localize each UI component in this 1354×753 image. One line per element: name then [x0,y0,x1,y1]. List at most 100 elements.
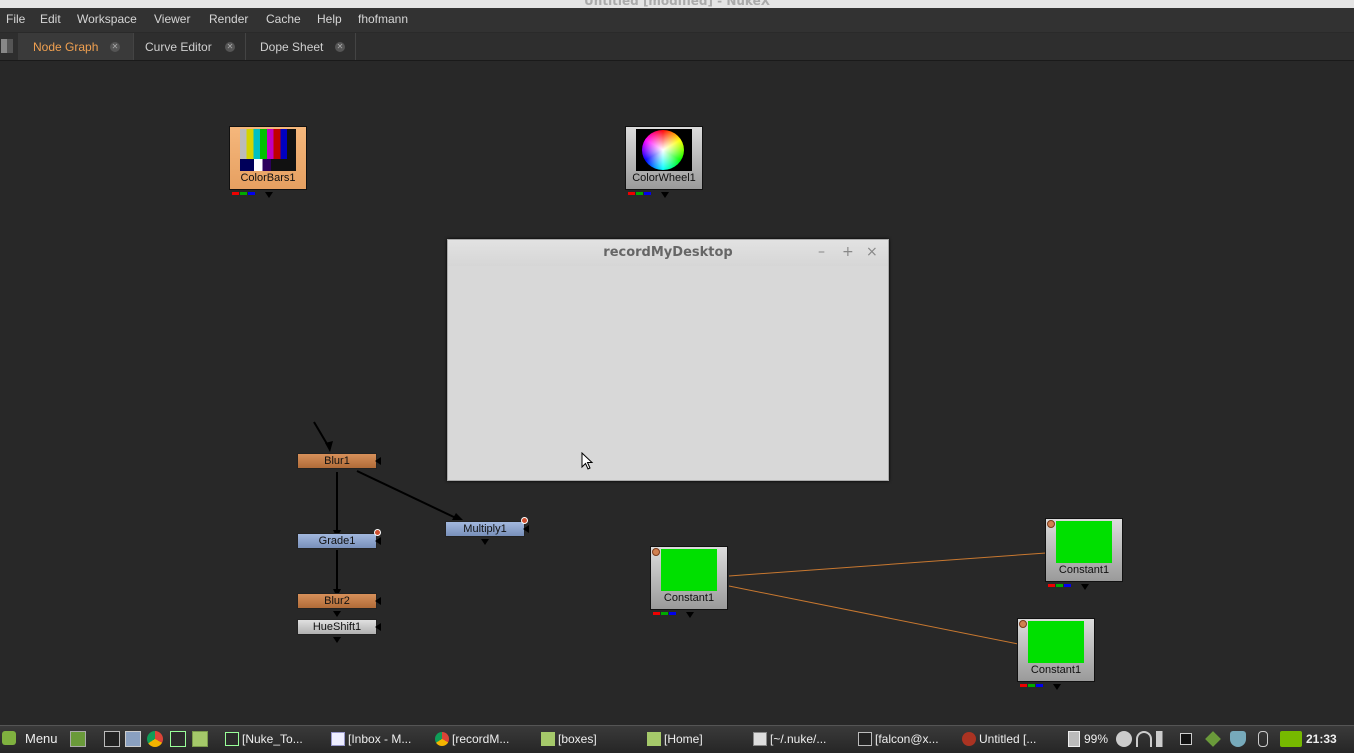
colorbars-node[interactable]: ColorBars1 [229,126,307,195]
close-icon[interactable]: ✕ [335,42,345,52]
show-desktop-icon[interactable] [70,731,86,747]
tab-curve-editor[interactable]: Curve Editor ✕ [134,33,246,60]
task-label: [falcon@x... [875,732,939,746]
mouse-cursor-icon [581,452,594,470]
channel-indicator [653,604,677,615]
taskbar: Menu [Nuke_To... [Inbox - M... [recordM.… [0,725,1354,753]
clock[interactable]: 21:33 [1306,726,1337,752]
menu-workspace[interactable]: Workspace [77,12,137,26]
task-label: [recordM... [452,732,510,746]
blur1-node[interactable]: Blur1 [297,453,377,469]
panel-tabbar: Node Graph ✕ Curve Editor ✕ Dope Sheet ✕ [0,33,1354,61]
dropbox-icon[interactable] [1205,731,1221,747]
pycharm-launcher-icon[interactable] [170,731,186,747]
task-label: [Home] [664,732,703,746]
menu-viewer[interactable]: Viewer [154,12,190,26]
nuke-icon [962,732,976,746]
channel-indicator [1020,676,1044,687]
task-label: [Nuke_To... [242,732,303,746]
maximize-button[interactable]: + [842,244,854,260]
menu-edit[interactable]: Edit [40,12,61,26]
user-icon[interactable] [1116,731,1132,747]
close-button[interactable]: × [866,244,878,260]
folder-icon [647,732,661,746]
colorbars-thumbnail [240,129,296,171]
minimize-button[interactable]: – [818,244,825,260]
menu-help[interactable]: Help [317,12,342,26]
tab-dope-sheet-label: Dope Sheet [260,40,324,54]
blur1-label: Blur1 [324,455,350,467]
record-stop-icon[interactable] [1180,733,1192,745]
wifi-icon[interactable] [1136,731,1152,747]
chrome-launcher-icon[interactable] [147,731,163,747]
mask-input-arrow-icon [375,597,381,605]
task-nukex-untitled[interactable]: Untitled [... [959,728,1059,751]
colorwheel-node[interactable]: ColorWheel1 [625,126,703,195]
input-dot-icon [1019,620,1027,628]
task-nuke-to[interactable]: [Nuke_To... [222,728,322,751]
battery-icon[interactable] [1068,731,1080,747]
terminal-launcher-icon[interactable] [104,731,120,747]
volume-icon[interactable] [1156,731,1172,747]
recordmydesktop-window[interactable]: recordMyDesktop – + × [447,239,889,481]
app-launcher-icon[interactable] [125,731,141,747]
blur2-node[interactable]: Blur2 [297,593,377,609]
menu-cache[interactable]: Cache [266,12,301,26]
menu-render[interactable]: Render [209,12,248,26]
panel-menu-icon[interactable] [1,39,13,53]
task-label: [Inbox - M... [348,732,412,746]
constant-thumbnail [1056,521,1112,563]
close-icon[interactable]: ✕ [225,42,235,52]
connection-blur1-multiply1 [356,470,459,520]
constant-node-a[interactable]: Constant1 [650,546,728,615]
input-dot-icon [1047,520,1055,528]
tab-dope-sheet[interactable]: Dope Sheet ✕ [246,33,356,60]
hueshift1-label: HueShift1 [312,621,362,633]
pycharm-icon [225,732,239,746]
shield-icon[interactable] [1230,731,1246,747]
output-arrow-icon [265,192,273,198]
constant-node-b[interactable]: Constant1 [1045,518,1123,587]
dialog-titlebar[interactable]: recordMyDesktop – + × [448,240,888,266]
window-title: Untitled [modified] - NukeX [584,0,770,8]
grade1-label: Grade1 [318,535,356,547]
mint-logo-icon [2,731,16,745]
folder-icon [541,732,555,746]
mask-input-arrow-icon [375,457,381,465]
task-label: [boxes] [558,732,597,746]
menu-button[interactable]: Menu [0,726,66,752]
modified-indicator-icon [521,517,528,524]
input-dot-icon [652,548,660,556]
task-inbox[interactable]: [Inbox - M... [328,728,426,751]
task-label: [~/.nuke/... [770,732,827,746]
output-arrow-icon [1053,684,1061,690]
files-launcher-icon[interactable] [192,731,208,747]
close-icon[interactable]: ✕ [110,42,120,52]
channel-indicator [628,184,652,195]
task-nuke-dir[interactable]: [~/.nuke/... [750,728,848,751]
tab-node-graph[interactable]: Node Graph ✕ [18,33,134,60]
constant-thumbnail [1028,621,1084,663]
task-falcon-terminal[interactable]: [falcon@x... [855,728,953,751]
task-boxes[interactable]: [boxes] [538,728,638,751]
grade1-node[interactable]: Grade1 [297,533,377,549]
output-arrow-icon [686,612,694,618]
task-recordmydesktop-browser[interactable]: [recordM... [432,728,532,751]
menu-file[interactable]: File [6,12,25,26]
window-titlebar: Untitled [modified] - NukeX [0,0,1354,8]
tab-node-graph-label: Node Graph [33,40,99,54]
hueshift1-node[interactable]: HueShift1 [297,619,377,635]
menu-user[interactable]: fhofmann [358,12,408,26]
connector-arrow-icon [333,611,341,617]
modified-indicator-icon [374,529,381,536]
task-home[interactable]: [Home] [644,728,744,751]
task-label: Untitled [... [979,732,1037,746]
bluetooth-icon[interactable] [1258,731,1268,747]
constant-node-c[interactable]: Constant1 [1017,618,1095,687]
nvidia-icon[interactable] [1280,731,1302,747]
multiply1-node[interactable]: Multiply1 [445,521,525,537]
tab-curve-editor-label: Curve Editor [145,40,212,54]
mask-input-arrow-icon [375,623,381,631]
colorbars-label: ColorBars1 [240,172,296,184]
connection-constant-a [728,552,1047,577]
